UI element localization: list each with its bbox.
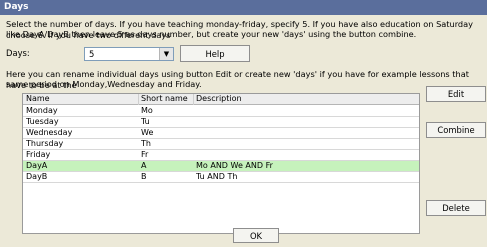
cell-short-name: A: [141, 161, 147, 170]
column-header-short-name[interactable]: Short name: [141, 94, 193, 104]
chevron-down-icon[interactable]: ▼: [159, 48, 173, 60]
cell-short-name: Th: [141, 139, 151, 148]
rename-text-line2: same period on Monday,Wednesday and Frid…: [6, 79, 202, 89]
cell-description: [196, 106, 416, 116]
cell-description: [196, 150, 416, 160]
cell-name: DayB: [26, 172, 48, 181]
cell-description: Mo AND We AND Fr: [196, 161, 273, 170]
table-header-row: Name Short name Description: [23, 94, 419, 105]
table-row[interactable]: Monday Mo: [23, 106, 419, 117]
cell-short-name: Tu: [141, 117, 150, 126]
cell-short-name: Mo: [141, 106, 153, 115]
column-header-description[interactable]: Description: [196, 94, 416, 104]
cell-name: Monday: [26, 106, 58, 115]
cell-name: Thursday: [26, 139, 64, 148]
cell-short-name: Fr: [141, 150, 149, 159]
cell-description: [196, 128, 416, 138]
days-label: Days:: [6, 48, 30, 58]
table-row[interactable]: Friday Fr: [23, 150, 419, 161]
days-select[interactable]: 5 ▼: [84, 47, 174, 61]
cell-name: Friday: [26, 150, 51, 159]
table-row-selected[interactable]: DayA A Mo AND We AND Fr: [23, 161, 419, 172]
delete-button[interactable]: Delete: [426, 200, 486, 216]
cell-description: [196, 139, 416, 149]
cell-name: Wednesday: [26, 128, 73, 137]
table-row[interactable]: Wednesday We: [23, 128, 419, 139]
help-button[interactable]: Help: [180, 45, 250, 62]
ok-button[interactable]: OK: [233, 228, 279, 243]
combine-button[interactable]: Combine: [426, 122, 486, 138]
table-row[interactable]: Thursday Th: [23, 139, 419, 150]
intro-text-line2: like DayA/DayB then leave 5 as days numb…: [6, 29, 417, 39]
table-row[interactable]: DayB B Tu AND Th: [23, 172, 419, 183]
cell-name: Tuesday: [26, 117, 59, 126]
cell-description: [196, 117, 416, 127]
column-header-name[interactable]: Name: [26, 94, 138, 104]
cell-short-name: We: [141, 128, 154, 137]
window-title: Days: [0, 0, 487, 15]
days-table: Name Short name Description Monday Mo Tu…: [22, 93, 420, 234]
table-row[interactable]: Tuesday Tu: [23, 117, 419, 128]
edit-button[interactable]: Edit: [426, 86, 486, 102]
cell-description: Tu AND Th: [196, 172, 238, 181]
cell-short-name: B: [141, 172, 147, 181]
days-select-value: 5: [89, 49, 95, 59]
cell-name: DayA: [26, 161, 48, 170]
